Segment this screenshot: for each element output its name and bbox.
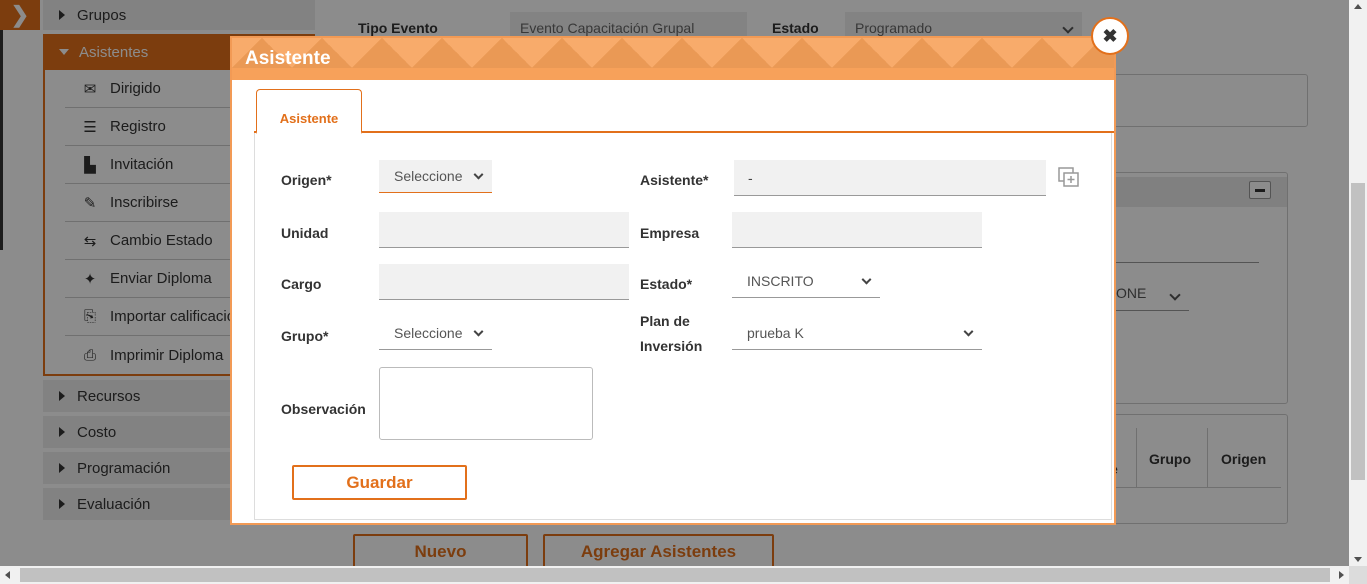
observacion-label: Observación [281, 401, 366, 417]
origen-select-value: Seleccione [394, 168, 463, 184]
search-attendee-icon[interactable] [1058, 167, 1080, 187]
estado-select-value: INSCRITO [747, 272, 814, 289]
origen-label: Origen* [281, 172, 332, 188]
unidad-field[interactable] [379, 212, 629, 248]
scroll-down-arrow-icon[interactable] [1354, 557, 1362, 562]
plan-inversion-label-line2: Inversión [640, 338, 703, 354]
asistente-modal: Asistente Asistente Origen* Seleccione A… [230, 36, 1116, 525]
tab-asistente[interactable]: Asistente [256, 89, 362, 134]
asistente-field[interactable]: - [734, 160, 1046, 196]
chevron-down-icon [861, 274, 872, 285]
unidad-label: Unidad [281, 225, 329, 241]
chevron-down-icon [963, 326, 974, 337]
plan-inversion-label-line1: Plan de [640, 313, 690, 329]
scrollbar-corner [1349, 566, 1367, 584]
asistente-label: Asistente* [640, 172, 709, 188]
estado-select[interactable]: INSCRITO [732, 264, 880, 298]
grupo-select[interactable]: Seleccione [379, 316, 492, 350]
grupo-select-value: Seleccione [394, 324, 463, 341]
guardar-button[interactable]: Guardar [292, 465, 467, 500]
modal-title: Asistente [245, 48, 331, 69]
origen-select[interactable]: Seleccione [379, 160, 492, 193]
chevron-down-icon [473, 169, 484, 180]
scroll-up-arrow-icon[interactable] [1354, 4, 1362, 9]
scroll-right-arrow-icon[interactable] [1339, 571, 1344, 579]
plan-inversion-select-value: prueba K [747, 324, 804, 341]
grupo-label: Grupo* [281, 328, 329, 344]
empresa-label: Empresa [640, 225, 700, 241]
vertical-scrollbar[interactable] [1349, 0, 1367, 566]
asistente-form: Origen* Seleccione Asistente* - Unidad E… [254, 133, 1112, 520]
scroll-thumb[interactable] [1351, 183, 1365, 480]
scroll-thumb[interactable] [20, 568, 1330, 582]
cargo-field[interactable] [379, 264, 629, 300]
plan-inversion-select[interactable]: prueba K [732, 316, 982, 350]
modal-tabs: Asistente [254, 89, 1114, 134]
cargo-label: Cargo [281, 276, 322, 292]
chevron-down-icon [473, 326, 484, 337]
close-icon: ✖ [1102, 25, 1118, 46]
modal-header: Asistente [232, 38, 1114, 80]
empresa-field[interactable] [732, 212, 982, 248]
estado-label: Estado* [640, 276, 693, 292]
observacion-textarea[interactable] [379, 367, 593, 440]
horizontal-scrollbar[interactable] [0, 566, 1349, 584]
close-modal-button[interactable]: ✖ [1091, 17, 1129, 55]
header-pattern [232, 38, 1114, 80]
scroll-left-arrow-icon[interactable] [5, 571, 10, 579]
